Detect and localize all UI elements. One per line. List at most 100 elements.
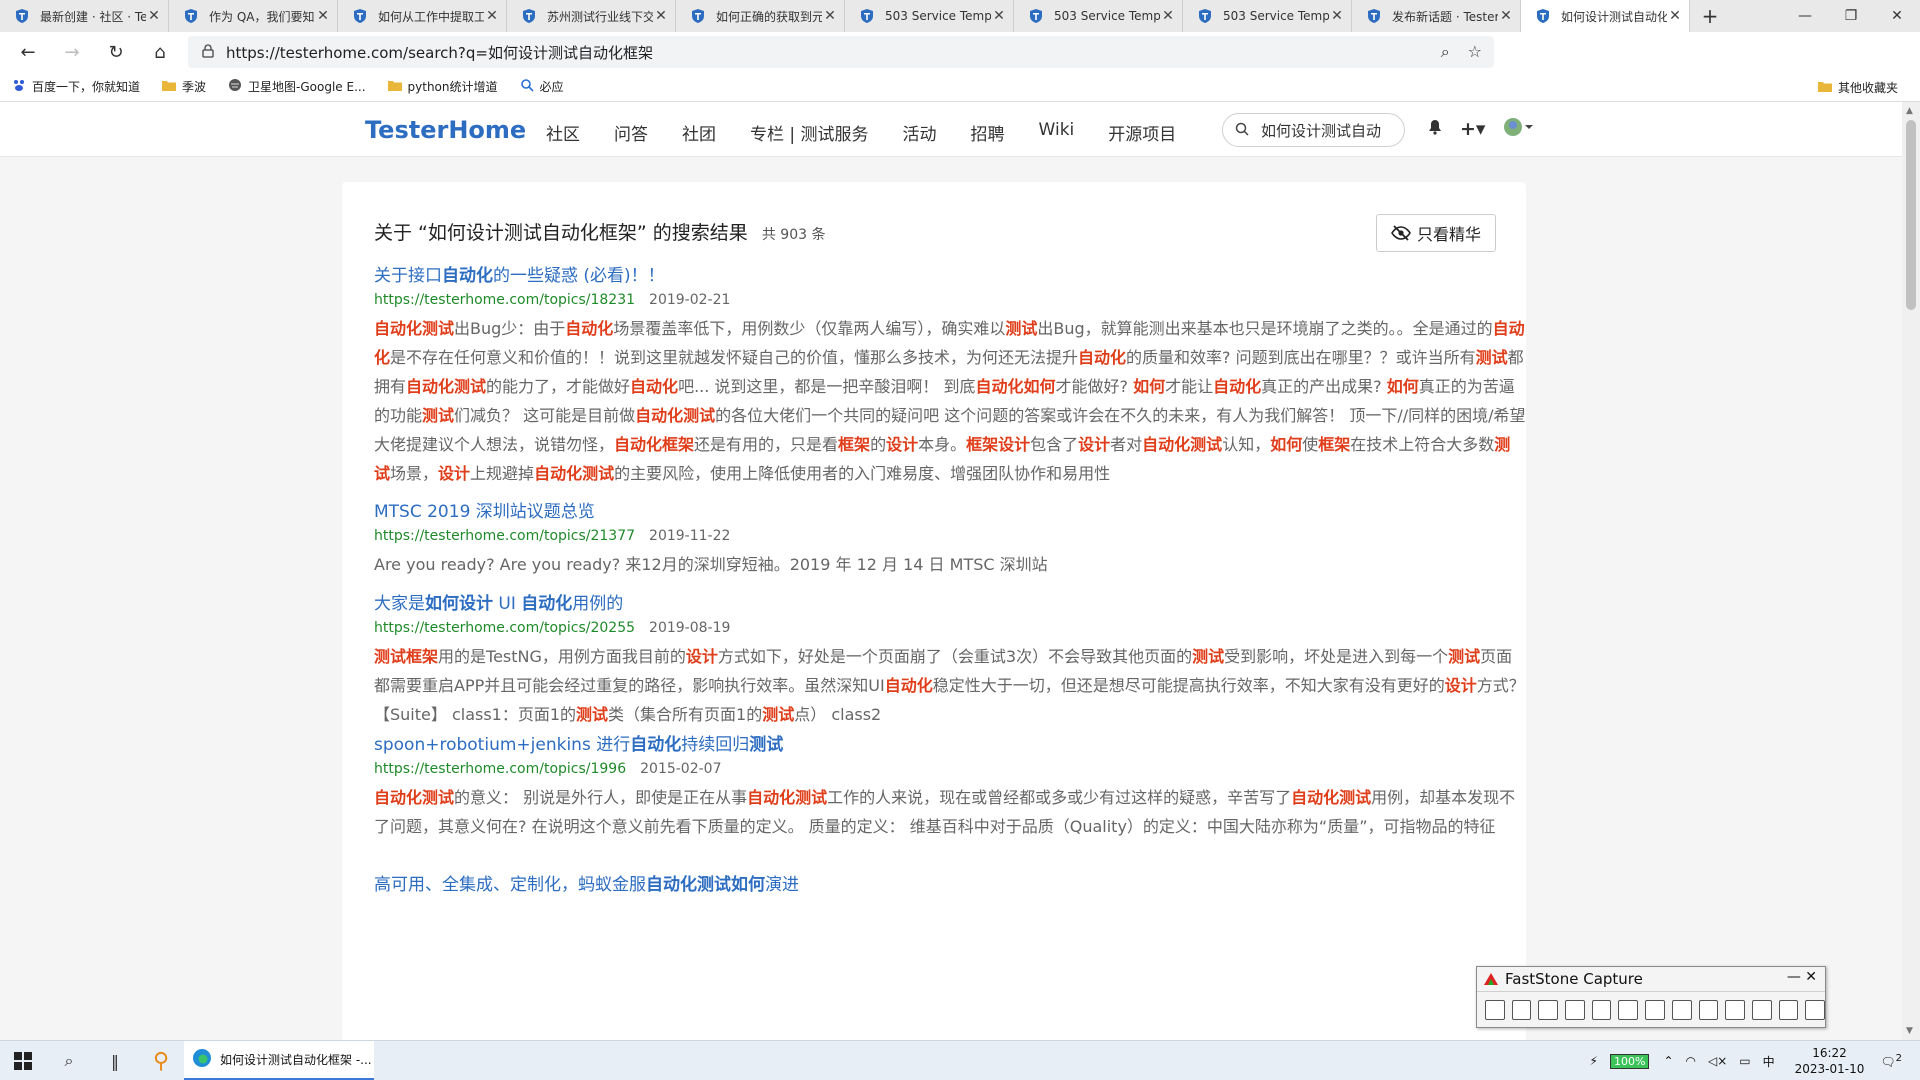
- back-button[interactable]: ←: [6, 34, 50, 70]
- result-url[interactable]: https://testerhome.com/topics/21377: [374, 528, 635, 544]
- bookmark-item[interactable]: 卫星地图-Google E...: [228, 78, 366, 95]
- zoom-icon[interactable]: ⌕: [1441, 42, 1450, 62]
- open-file-icon[interactable]: [1485, 999, 1505, 1020]
- browser-tab[interactable]: 如何设计测试自动化框架✕: [1521, 0, 1690, 32]
- power-plug-icon[interactable]: ⚡: [1590, 1054, 1598, 1068]
- faststone-window-controls[interactable]: — ✕: [1787, 969, 1817, 985]
- crosshair-icon[interactable]: [1725, 999, 1745, 1020]
- close-window-button[interactable]: ✕: [1874, 0, 1920, 32]
- close-tab-icon[interactable]: ✕: [991, 8, 1007, 24]
- browser-tab[interactable]: 苏州测试行业线下交流✕: [507, 0, 676, 32]
- magnifier-app-icon[interactable]: ⚲: [138, 1041, 184, 1080]
- window-controls: — ❐ ✕: [1782, 0, 1920, 32]
- volume-mute-icon[interactable]: ◁×: [1708, 1054, 1727, 1068]
- result-url[interactable]: https://testerhome.com/topics/20255: [374, 620, 635, 636]
- faststone-titlebar[interactable]: FastStone Capture — ✕: [1477, 967, 1825, 991]
- notification-bell-icon[interactable]: [1428, 119, 1442, 139]
- capture-window-icon[interactable]: [1511, 999, 1532, 1020]
- close-tab-icon[interactable]: ✕: [1667, 8, 1683, 24]
- result-url[interactable]: https://testerhome.com/topics/18231: [374, 292, 635, 308]
- close-tab-icon[interactable]: ✕: [653, 8, 669, 24]
- bookmark-item[interactable]: python统计增道: [387, 78, 498, 95]
- timer-icon[interactable]: [1751, 999, 1772, 1020]
- result-title-link[interactable]: 高可用、全集成、定制化，蚂蚁金服自动化测试如何演进: [374, 873, 1526, 897]
- browser-tab[interactable]: 最新创建 · 社区 · TesterHome✕: [0, 0, 169, 32]
- browser-tab[interactable]: 作为 QA，我们要知道什么✕: [169, 0, 338, 32]
- taskbar-search-icon[interactable]: ⌕: [46, 1041, 92, 1080]
- user-avatar-icon[interactable]: [1503, 117, 1534, 141]
- site-logo[interactable]: TesterHome: [365, 116, 526, 144]
- bookmark-item[interactable]: 必应: [520, 78, 564, 95]
- taskbar-edge-app[interactable]: 如何设计测试自动化框架 -...: [184, 1041, 374, 1080]
- search-heading: 关于 “如何设计测试自动化框架” 的搜索结果 共 903 条: [374, 218, 825, 245]
- capture-freehand-icon[interactable]: [1591, 999, 1612, 1020]
- result-title-link[interactable]: 关于接口自动化的一些疑惑 (必看)！！: [374, 264, 1526, 288]
- battery-indicator[interactable]: 100%: [1609, 1053, 1650, 1069]
- notification-center-icon[interactable]: 🗨2: [1880, 1053, 1902, 1069]
- close-tab-icon[interactable]: ✕: [146, 8, 162, 24]
- other-bookmarks[interactable]: 其他收藏夹: [1817, 79, 1898, 96]
- ime-indicator[interactable]: 中: [1763, 1053, 1775, 1070]
- network-icon[interactable]: ▭: [1739, 1054, 1750, 1068]
- home-button[interactable]: ⌂: [138, 34, 182, 70]
- nav-menu-item[interactable]: Wiki: [1039, 120, 1075, 145]
- capture-rectangle-icon[interactable]: [1565, 999, 1585, 1020]
- nav-menu-item[interactable]: 问答: [614, 120, 648, 145]
- close-tab-icon[interactable]: ✕: [822, 8, 838, 24]
- close-tab-icon[interactable]: ✕: [1498, 8, 1514, 24]
- browser-tab[interactable]: 发布新话题 · TesterHome✕: [1352, 0, 1521, 32]
- new-tab-button[interactable]: +: [1690, 0, 1730, 32]
- result-title-link[interactable]: 大家是如何设计 UI 自动化用例的: [374, 592, 1526, 616]
- site-search-input[interactable]: [1261, 121, 1391, 139]
- capture-scrolling-icon[interactable]: [1645, 999, 1665, 1020]
- refresh-button[interactable]: ↻: [94, 34, 138, 70]
- site-search-box[interactable]: [1222, 113, 1405, 147]
- favorite-star-icon[interactable]: ☆: [1468, 42, 1482, 62]
- scroll-down-icon[interactable]: ▼: [1906, 1026, 1913, 1036]
- wifi-icon[interactable]: ◠: [1686, 1054, 1696, 1068]
- nav-menu-item[interactable]: 开源项目: [1108, 120, 1176, 145]
- result-title-link[interactable]: MTSC 2019 深圳站议题总览: [374, 500, 1526, 524]
- task-view-icon[interactable]: ‖: [92, 1041, 138, 1080]
- browser-tab[interactable]: 如何从工作中提取工具✕: [338, 0, 507, 32]
- system-clock[interactable]: 16:22 2023-01-10: [1795, 1045, 1865, 1077]
- output-icon[interactable]: [1778, 999, 1799, 1020]
- close-tab-icon[interactable]: ✕: [315, 8, 331, 24]
- nav-menu-item[interactable]: 活动: [903, 120, 937, 145]
- minimize-button[interactable]: —: [1782, 0, 1828, 32]
- settings-icon[interactable]: [1805, 999, 1825, 1020]
- record-screen-icon[interactable]: [1698, 999, 1719, 1020]
- featured-only-button[interactable]: 只看精华: [1375, 214, 1496, 252]
- close-tab-icon[interactable]: ✕: [484, 8, 500, 24]
- snippet-text: 场景，: [390, 464, 439, 483]
- browser-tab[interactable]: 503 Service Temporarily Unavailable✕: [1014, 0, 1183, 32]
- browser-tab[interactable]: 如何正确的获取到元素✕: [676, 0, 845, 32]
- bookmark-item[interactable]: 季波: [162, 78, 206, 95]
- scrollbar-thumb[interactable]: [1906, 120, 1916, 310]
- bookmark-item[interactable]: 百度一下，你就知道: [12, 78, 140, 95]
- address-bar[interactable]: https://testerhome.com/search?q=如何设计测试自动…: [188, 36, 1494, 68]
- nav-menu-item[interactable]: 专栏 | 测试服务: [750, 120, 869, 145]
- snippet-text: 工作的人来说，现在或曾经都或多或少有过这样的疑惑，辛苦写了: [827, 788, 1292, 807]
- nav-menu-item[interactable]: 社团: [682, 120, 716, 145]
- result-url[interactable]: https://testerhome.com/topics/1996: [374, 761, 626, 777]
- capture-object-icon[interactable]: [1538, 999, 1559, 1020]
- windows-start-icon[interactable]: [0, 1041, 46, 1080]
- tray-expand-icon[interactable]: ⌃: [1663, 1054, 1673, 1068]
- scroll-up-icon[interactable]: ▲: [1906, 106, 1913, 116]
- title-highlight: 测试: [749, 735, 784, 755]
- page-scrollbar[interactable]: ▲ ▼: [1902, 102, 1920, 1040]
- nav-menu-item[interactable]: 社区: [546, 120, 580, 145]
- browser-tab[interactable]: 503 Service Temporarily Unavailable✕: [845, 0, 1014, 32]
- create-plus-icon[interactable]: +▾: [1460, 118, 1485, 140]
- restore-button[interactable]: ❐: [1828, 0, 1874, 32]
- capture-fullscreen-icon[interactable]: [1618, 999, 1639, 1020]
- capture-fixed-region-icon[interactable]: [1671, 999, 1692, 1020]
- close-tab-icon[interactable]: ✕: [1329, 8, 1345, 24]
- windows-taskbar: ⌕ ‖ ⚲ 如何设计测试自动化框架 -... ⚡ 100% ⌃ ◠ ◁× ▭ 中…: [0, 1040, 1920, 1080]
- close-tab-icon[interactable]: ✕: [1160, 8, 1176, 24]
- browser-tab[interactable]: 503 Service Temporarily Unavailable✕: [1183, 0, 1352, 32]
- nav-menu-item[interactable]: 招聘: [971, 120, 1005, 145]
- result-title-link[interactable]: spoon+robotium+jenkins 进行自动化持续回归测试: [374, 733, 1526, 757]
- forward-button[interactable]: →: [50, 34, 94, 70]
